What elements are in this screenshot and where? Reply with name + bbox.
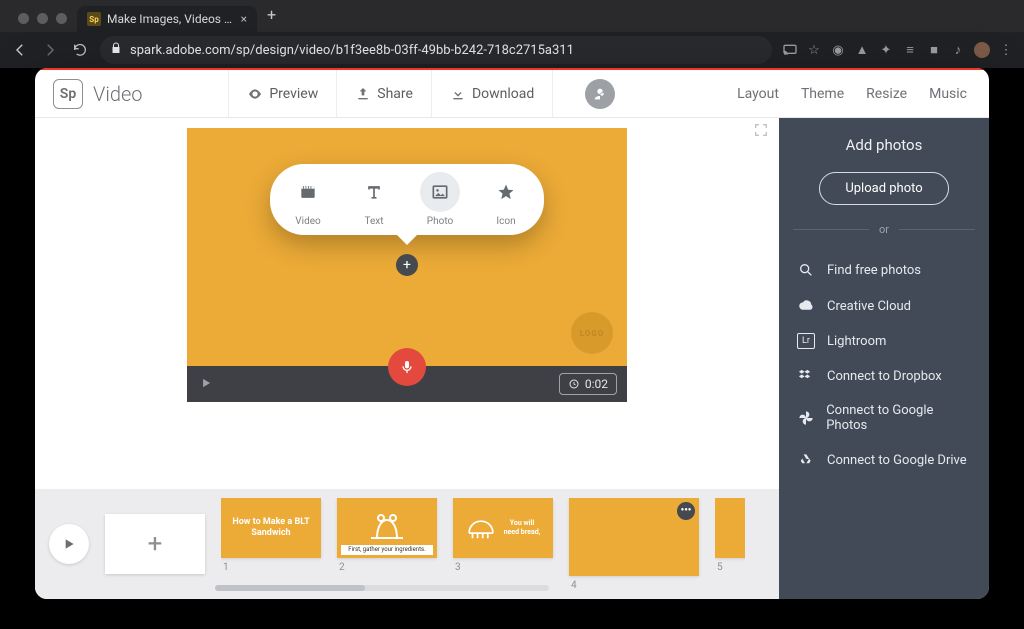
upload-photo-button[interactable]: Upload photo	[819, 172, 949, 205]
spark-favicon-icon: Sp	[87, 12, 101, 26]
logo-badge[interactable]: LOGO	[571, 312, 613, 354]
lock-icon	[110, 42, 122, 58]
add-slide-button[interactable]: +	[105, 514, 205, 574]
menu-icon[interactable]: ⋮	[998, 42, 1014, 58]
star-icon[interactable]: ☆	[806, 42, 822, 58]
share-button[interactable]: Share	[336, 70, 431, 117]
insert-video-button[interactable]: Video	[288, 172, 328, 227]
dropbox-source[interactable]: Connect to Dropbox	[793, 358, 975, 394]
timeline-scrollbar[interactable]	[215, 585, 549, 591]
window-controls[interactable]	[8, 13, 77, 32]
cast-icon[interactable]	[782, 42, 798, 58]
stage: Video Text Photo	[187, 128, 627, 402]
dropbox-icon	[797, 367, 815, 385]
insert-photo-button[interactable]: Photo	[420, 172, 460, 227]
ext-icon-4[interactable]: ≡	[902, 42, 918, 58]
creative-cloud-icon	[797, 297, 815, 315]
back-button[interactable]	[10, 40, 30, 60]
slide-thumb-5[interactable]	[715, 498, 745, 558]
url-text: spark.adobe.com/sp/design/video/b1f3ee8b…	[130, 43, 574, 58]
lightroom-source[interactable]: Lr Lightroom	[793, 324, 975, 358]
find-free-photos[interactable]: Find free photos	[793, 252, 975, 288]
tab-title: Make Images, Videos and Web S	[107, 12, 235, 26]
close-tab-icon[interactable]: ×	[241, 13, 247, 25]
creative-cloud-source[interactable]: Creative Cloud	[793, 288, 975, 324]
slide-thumb-3[interactable]: You will need bread,	[453, 498, 553, 558]
add-content-button[interactable]: +	[396, 254, 418, 276]
forward-button[interactable]	[40, 40, 60, 60]
google-drive-icon	[797, 451, 815, 469]
timeline: + How to Make a BLT Sandwich 1 First, ga…	[35, 489, 779, 599]
slide-thumb-1[interactable]: How to Make a BLT Sandwich	[221, 498, 321, 558]
resize-menu[interactable]: Resize	[866, 86, 907, 102]
fullscreen-icon[interactable]	[753, 122, 769, 142]
new-tab-button[interactable]: +	[257, 0, 286, 32]
spark-logo-icon: Sp	[53, 79, 83, 109]
ext-icon-6[interactable]: ♪	[950, 42, 966, 58]
slide-duration[interactable]: 0:02	[559, 373, 617, 395]
browser-tab[interactable]: Sp Make Images, Videos and Web S ×	[77, 6, 257, 32]
preview-button[interactable]: Preview	[228, 70, 336, 117]
sidebar-title: Add photos	[793, 136, 975, 154]
search-icon	[797, 261, 815, 279]
ext-icon-5[interactable]: ■	[926, 42, 942, 58]
invite-button[interactable]	[552, 70, 647, 117]
reload-button[interactable]	[70, 40, 90, 60]
insert-icon-button[interactable]: Icon	[486, 172, 526, 227]
play-slide-button[interactable]	[187, 376, 225, 393]
ext-icon-2[interactable]: ▲	[854, 42, 870, 58]
google-drive-source[interactable]: Connect to Google Drive	[793, 442, 975, 478]
layout-menu[interactable]: Layout	[737, 86, 779, 102]
product-label: Video	[93, 82, 143, 106]
slide-options-icon[interactable]: •••	[677, 502, 695, 520]
address-bar[interactable]: spark.adobe.com/sp/design/video/b1f3ee8b…	[100, 36, 772, 64]
record-voiceover-button[interactable]	[388, 348, 426, 386]
player-bar: 0:02	[187, 366, 627, 402]
sidebar: Add photos Upload photo or Find free pho…	[779, 118, 989, 599]
ext-icon-3[interactable]: ✦	[878, 42, 894, 58]
ext-icon-1[interactable]: ◉	[830, 42, 846, 58]
slide-canvas[interactable]: Video Text Photo	[187, 128, 627, 366]
insert-toolbar: Video Text Photo	[270, 164, 544, 235]
download-button[interactable]: Download	[431, 70, 552, 117]
play-all-button[interactable]	[49, 524, 89, 564]
brand: Sp Video	[35, 79, 161, 109]
profile-avatar[interactable]	[974, 42, 990, 58]
google-photos-source[interactable]: Connect to Google Photos	[793, 394, 975, 442]
insert-text-button[interactable]: Text	[354, 172, 394, 227]
music-menu[interactable]: Music	[929, 86, 967, 102]
google-photos-icon	[797, 409, 814, 427]
slide-thumb-2[interactable]: First, gather your ingredients.	[337, 498, 437, 558]
theme-menu[interactable]: Theme	[801, 86, 844, 102]
lightroom-icon: Lr	[797, 333, 815, 349]
slide-thumb-4[interactable]: •••	[569, 498, 699, 576]
or-divider: or	[793, 223, 975, 236]
